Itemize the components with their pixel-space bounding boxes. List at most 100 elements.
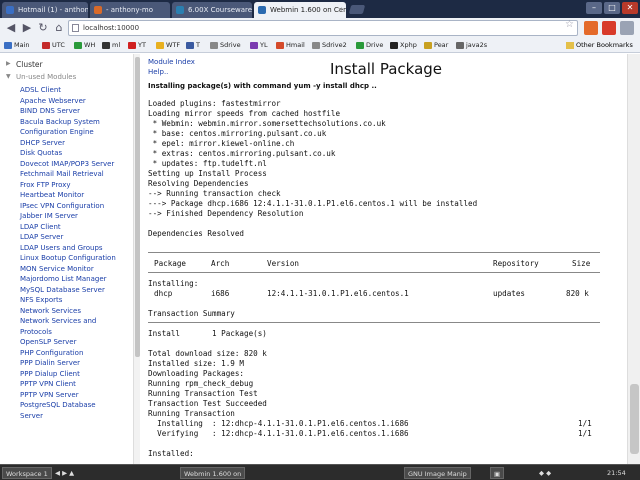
address-url: localhost:10000	[83, 24, 140, 32]
terminal-icon[interactable]: ▣	[490, 467, 505, 479]
sidebar-module-link[interactable]: Network Services and	[20, 316, 132, 327]
tray-icons[interactable]: ◆ ◆	[536, 467, 554, 479]
bookmark-utc[interactable]: UTC	[42, 40, 65, 51]
tab-webmin[interactable]: Webmin 1.600 on Centos ✕	[254, 2, 346, 18]
sidebar-module-link[interactable]: NFS Exports	[20, 295, 132, 306]
taskbar-window-2[interactable]	[270, 467, 330, 479]
bookmark-star-icon[interactable]: ☆	[565, 19, 574, 30]
sidebar-module-link[interactable]: Dovecot IMAP/POP3 Server	[20, 159, 132, 170]
log-line: Loaded plugins: fastestmirror	[148, 99, 281, 108]
sidebar-module-link[interactable]: PPTP VPN Client	[20, 379, 132, 390]
progress-row: Verifying : 12:dhcp-4.1.1-31.0.1.P1.el6.…	[148, 429, 623, 439]
taskbar: Workspace 1 ◀ ▶ ▲ Webmin 1.600 on GNU Im…	[0, 464, 640, 480]
scrollbar-thumb[interactable]	[630, 384, 639, 454]
sidebar-module-link[interactable]: PostgreSQL Database	[20, 400, 132, 411]
other-bookmarks-label: Other Bookmarks	[576, 41, 633, 49]
bookmark-java2s[interactable]: java2s	[456, 40, 487, 51]
tab-hotmail[interactable]: Hotmail (1) - anthony-m	[2, 2, 88, 18]
toolbar: ◀ ▶ ↻ ⌂ localhost:10000 ☆	[0, 18, 640, 38]
bookmark-t[interactable]: T	[186, 40, 200, 51]
new-tab-button[interactable]	[348, 5, 366, 14]
bookmark-favicon-icon	[390, 42, 398, 49]
tab-label: Hotmail (1) - anthony-m	[18, 6, 88, 14]
sidebar-module-link[interactable]: Fetchmail Mail Retrieval	[20, 169, 132, 180]
sidebar-module-link[interactable]: LDAP Users and Groups	[20, 243, 132, 254]
bookmark-wtf[interactable]: WTF	[156, 40, 180, 51]
sidebar-module-link[interactable]: IPsec VPN Configuration	[20, 201, 132, 212]
bookmark-hmail[interactable]: Hmail	[276, 40, 305, 51]
tab-label: Webmin 1.600 on Centos	[270, 6, 346, 14]
maximize-icon[interactable]: □	[604, 2, 620, 14]
taskbar-window-gimp[interactable]: GNU Image Manip	[404, 467, 471, 479]
sidebar-cluster[interactable]: ▶ Cluster	[6, 60, 43, 69]
address-bar[interactable]: localhost:10000	[68, 20, 578, 36]
sidebar-module-link[interactable]: LDAP Client	[20, 222, 132, 233]
workspace-switcher[interactable]: Workspace 1	[2, 467, 52, 479]
bookmark-main[interactable]: Main	[4, 40, 30, 51]
bookmark-sdrive2[interactable]: Sdrive2	[312, 40, 347, 51]
minimize-icon[interactable]: –	[586, 2, 602, 14]
sidebar-scrollbar[interactable]	[133, 54, 140, 464]
bookmark-yl[interactable]: YL	[250, 40, 268, 51]
sidebar-module-link[interactable]: Majordomo List Manager	[20, 274, 132, 285]
reload-icon[interactable]: ↻	[36, 21, 50, 35]
sidebar-module-link[interactable]: Disk Quotas	[20, 148, 132, 159]
close-window-icon[interactable]: ✕	[622, 2, 638, 14]
taskbar-window-webmin[interactable]: Webmin 1.600 on	[180, 467, 246, 479]
sidebar-module-link[interactable]: Apache Webserver	[20, 96, 132, 107]
sidebar-module-link[interactable]: Bacula Backup System	[20, 117, 132, 128]
tab-courseware[interactable]: 6.00X Courseware	[172, 2, 252, 18]
sidebar-module-link[interactable]: PHP Configuration	[20, 348, 132, 359]
sidebar-module-link[interactable]: Protocols	[20, 327, 132, 338]
cell-arch: i686	[211, 289, 230, 298]
module-list: ADSL Client Apache Webserver BIND DNS Serv…	[20, 85, 132, 421]
cell-version: 12:4.1.1-31.0.1.P1.el6.centos.1	[267, 289, 409, 298]
workspace-arrows-icon[interactable]: ◀ ▶ ▲	[52, 467, 77, 479]
log-line: Running rpm_check_debug	[148, 379, 254, 388]
bookmark-favicon-icon	[210, 42, 218, 49]
sidebar-module-link[interactable]: Configuration Engine	[20, 127, 132, 138]
sidebar-module-link[interactable]: PPTP VPN Server	[20, 390, 132, 401]
module-index-link[interactable]: Module Index	[148, 58, 195, 66]
sidebar-module-link[interactable]: Linux Bootup Configuration	[20, 253, 132, 264]
help-link[interactable]: Help..	[148, 68, 168, 76]
sidebar-module-link[interactable]: Jabber IM Server	[20, 211, 132, 222]
page-title: Install Package	[329, 60, 443, 78]
sidebar-module-link[interactable]: PPP Dialup Client	[20, 369, 132, 380]
extension-icon[interactable]	[584, 21, 598, 35]
bookmark-sdrive[interactable]: Sdrive	[210, 40, 241, 51]
content-scrollbar[interactable]	[627, 54, 640, 464]
bookmark-pear[interactable]: Pear	[424, 40, 448, 51]
sidebar-module-link[interactable]: Network Services	[20, 306, 132, 317]
bookmark-yt[interactable]: YT	[128, 40, 146, 51]
bookmark-favicon-icon	[356, 42, 364, 49]
sidebar-unused-modules[interactable]: ▼ Un-used Modules	[6, 73, 76, 81]
sidebar-module-link[interactable]: BIND DNS Server	[20, 106, 132, 117]
sidebar-module-link[interactable]: OpenSLP Server	[20, 337, 132, 348]
sidebar-module-link[interactable]: Frox FTP Proxy	[20, 180, 132, 191]
sidebar-module-link[interactable]: Heartbeat Monitor	[20, 190, 132, 201]
forward-icon[interactable]: ▶	[20, 21, 34, 35]
sidebar-module-link[interactable]: DHCP Server	[20, 138, 132, 149]
bookmark-wh[interactable]: WH	[74, 40, 95, 51]
blogger-icon[interactable]	[602, 21, 616, 35]
bookmark-ml[interactable]: ml	[102, 40, 120, 51]
sidebar-module-link[interactable]: PPP Dialin Server	[20, 358, 132, 369]
wrench-menu-icon[interactable]	[620, 21, 634, 35]
bookmark-drive[interactable]: Drive	[356, 40, 383, 51]
sidebar-module-link[interactable]: ADSL Client	[20, 85, 132, 96]
sidebar-module-link[interactable]: LDAP Server	[20, 232, 132, 243]
close-tab-icon[interactable]: ✕	[337, 2, 343, 18]
install-count: Install 1 Package(s)	[148, 329, 267, 338]
bookmark-favicon-icon	[74, 42, 82, 49]
other-bookmarks[interactable]: Other Bookmarks	[566, 40, 633, 51]
tab-anthony[interactable]: - anthony-mo	[90, 2, 170, 18]
scrollbar-thumb[interactable]	[135, 57, 140, 357]
sidebar-module-link[interactable]: Server	[20, 411, 132, 422]
home-icon[interactable]: ⌂	[52, 21, 66, 35]
log-line: --> Running transaction check	[148, 189, 281, 198]
back-icon[interactable]: ◀	[4, 21, 18, 35]
sidebar-module-link[interactable]: MySQL Database Server	[20, 285, 132, 296]
bookmark-xphp[interactable]: Xphp	[390, 40, 417, 51]
sidebar-module-link[interactable]: MON Service Monitor	[20, 264, 132, 275]
